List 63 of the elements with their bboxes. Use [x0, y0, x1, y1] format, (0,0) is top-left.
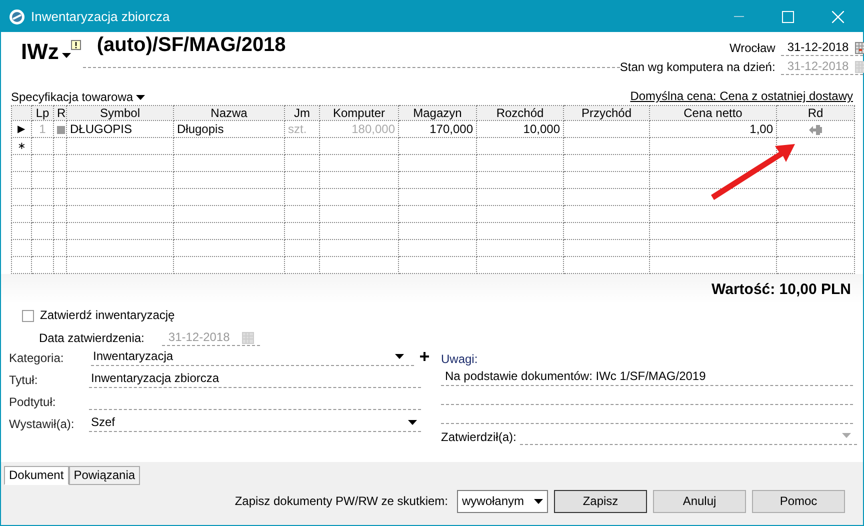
column-header[interactable]: Lp [32, 106, 54, 120]
dropdown-field[interactable]: Inwentaryzacja [89, 347, 429, 366]
specification-menu[interactable]: Specyfikacja towarowa [11, 89, 146, 105]
close-icon[interactable] [832, 10, 844, 22]
calendar-icon[interactable] [854, 42, 864, 54]
date-field: 31-12-2018 [162, 330, 260, 346]
warning-icon [70, 40, 81, 50]
tab[interactable]: Dokument [4, 466, 69, 485]
total-value: Wartość: 10,00 PLN [712, 282, 851, 296]
input-field[interactable]: Inwentaryzacja zbiorcza [89, 369, 421, 388]
footer-label: Zapisz dokumenty PW/RW ze skutkiem: [234, 494, 448, 509]
tab[interactable]: Powiązania [68, 466, 140, 485]
field-label: Tytuł: [9, 373, 39, 388]
table-cell: szt. [288, 122, 307, 136]
table-cell: 170,000 [430, 122, 473, 136]
stock-date-label: Stan wg komputera na dzień: [620, 60, 776, 74]
notes-field[interactable]: Na podstawie dokumentów: IWc 1/SF/MAG/2019 [441, 367, 853, 424]
plus-icon[interactable] [420, 352, 429, 361]
dropdown-arrow-icon[interactable] [534, 499, 543, 504]
date-field: 31-12-2018 [781, 59, 864, 75]
notes-label: Uwagi: [441, 352, 479, 367]
date-field[interactable]: 31-12-2018 [781, 40, 864, 56]
column-header[interactable]: Nazwa [174, 106, 284, 120]
column-header[interactable]: Symbol [66, 106, 174, 120]
date-label: Data zatwierdzenia: [39, 330, 144, 346]
dropdown-arrow-icon[interactable] [136, 94, 146, 100]
dropdown-arrow-icon[interactable] [62, 53, 71, 58]
dropdown-field[interactable]: Szef [89, 413, 421, 432]
column-header[interactable]: Jm [284, 106, 320, 120]
column-header[interactable]: Rozchód [476, 106, 564, 120]
help-button[interactable]: Pomoc [752, 490, 845, 513]
document-number: (auto)/SF/MAG/2018 [96, 34, 286, 56]
mode-select[interactable]: wywołanym [456, 490, 548, 513]
row-indicator: ∗ [18, 141, 26, 152]
field-label: Podtytuł: [9, 395, 57, 410]
dropdown-arrow-icon[interactable] [395, 354, 404, 358]
field-label: Zatwierdził(a): [441, 430, 516, 445]
dropdown-arrow-icon[interactable] [408, 420, 417, 424]
column-header[interactable]: Magazyn [398, 106, 476, 120]
table-cell: 1 [39, 122, 46, 136]
table-cell: 10,000 [523, 122, 560, 136]
table-cell: 180,000 [352, 122, 395, 136]
square-icon [57, 126, 65, 134]
column-header[interactable]: R [54, 106, 66, 120]
app-logo-icon [9, 8, 25, 24]
maximize-icon[interactable] [782, 10, 794, 22]
table-cell: 1,00 [750, 122, 773, 136]
table-cell: Długopis [177, 122, 224, 136]
document-type: IWz [21, 44, 59, 59]
row-indicator: ▶ [18, 124, 26, 135]
cancel-button[interactable]: Anuluj [653, 490, 746, 513]
table-cell: DŁUGOPIS [70, 122, 132, 136]
field-label: Kategoria: [9, 351, 65, 366]
column-header[interactable]: Komputer [320, 106, 398, 120]
default-price-link[interactable]: Domyślna cena: Cena z ostatniej dostawy [630, 89, 853, 105]
column-header[interactable]: Rd [776, 106, 854, 120]
field-label: Wystawił(a): [9, 417, 76, 432]
link-icon[interactable] [808, 124, 823, 136]
save-button[interactable]: Zapisz [554, 490, 647, 513]
column-header[interactable]: Cena netto [650, 106, 776, 120]
place-label: Wrocław [730, 40, 776, 56]
column-header[interactable]: Przychód [564, 106, 650, 120]
window-title: Inwentaryzacja zbiorcza [31, 9, 170, 24]
